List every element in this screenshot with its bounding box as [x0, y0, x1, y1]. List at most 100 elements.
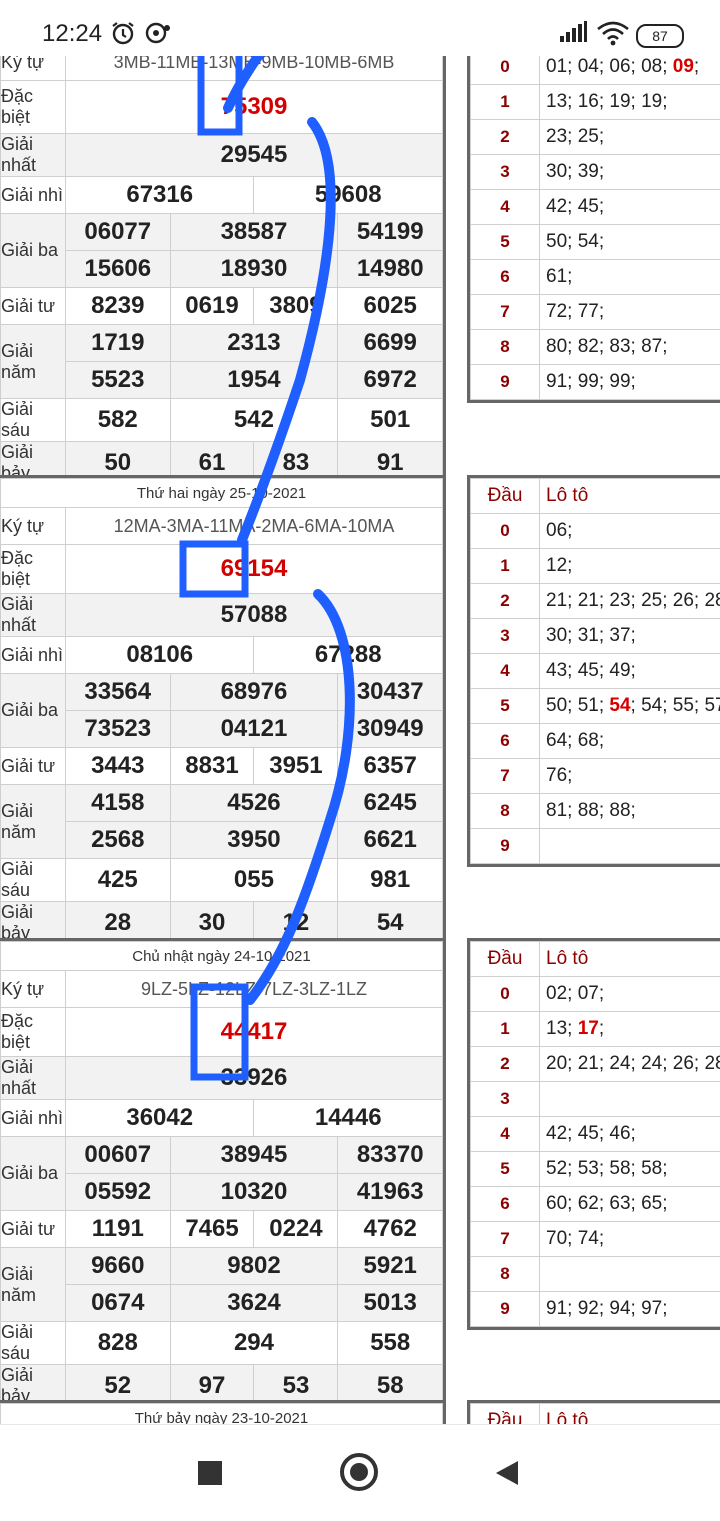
prize-value: 30437	[338, 674, 443, 711]
loto-values: 76;	[540, 759, 720, 794]
recents-button[interactable]	[198, 1461, 222, 1485]
loto-digit: 6	[471, 724, 540, 759]
prize-value: 15606	[66, 251, 171, 288]
loto-values: 61;	[540, 260, 720, 295]
loto-values: 42; 45;	[540, 190, 720, 225]
loto-head-digit: Đầu	[471, 942, 540, 977]
prize-value: 3951	[254, 748, 338, 785]
draw-date: Thứ hai ngày 25-10-2021	[1, 479, 443, 508]
wifi-icon	[596, 20, 630, 51]
prize-value: 06077	[66, 214, 171, 251]
prize-value: 33564	[66, 674, 171, 711]
prize-value: 4158	[66, 785, 171, 822]
codes: 9LZ-5LZ-12LZ-7LZ-3LZ-1LZ	[66, 971, 443, 1008]
loto-values: 60; 62; 63; 65;	[540, 1187, 720, 1222]
prize-value: 981	[338, 859, 443, 902]
loto-values: 91; 92; 94; 97;	[540, 1292, 720, 1327]
special-label: Đặc biệt	[1, 81, 66, 134]
loto-digit: 7	[471, 1222, 540, 1257]
loto-values: 50; 51; 54; 54; 55; 57	[540, 689, 720, 724]
loto-digit: 4	[471, 1117, 540, 1152]
prize-value: 294	[170, 1322, 338, 1365]
loto-digit: 7	[471, 295, 540, 330]
loto-digit: 2	[471, 1047, 540, 1082]
home-icon	[350, 1463, 368, 1481]
prize-value: 1719	[66, 325, 171, 362]
loto-digit: 7	[471, 759, 540, 794]
fourth-label: Giải tư	[1, 1211, 66, 1248]
prize-value: 6972	[338, 362, 443, 399]
loto-digit: 0	[471, 977, 540, 1012]
loto-digit: 1	[471, 549, 540, 584]
prize-value: 542	[170, 399, 338, 442]
result-panel-2: Thứ hai ngày 25-10-2021 Ký tự12MA-3MA-11…	[0, 475, 446, 948]
loto-digit: 1	[471, 1012, 540, 1047]
prize-value: 0619	[170, 288, 254, 325]
prize-value: 4762	[338, 1211, 443, 1248]
prize-value: 3624	[170, 1285, 338, 1322]
third-label: Giải ba	[1, 214, 66, 288]
loto-values: 72; 77;	[540, 295, 720, 330]
prize-value: 0674	[66, 1285, 171, 1322]
loto-head-values: Lô tô	[540, 479, 720, 514]
special-label: Đặc biệt	[1, 1008, 66, 1057]
loto-values: 50; 54;	[540, 225, 720, 260]
prize-value: 8239	[66, 288, 171, 325]
prize-value: 54199	[338, 214, 443, 251]
second-label: Giải nhì	[1, 177, 66, 214]
fifth-label: Giải năm	[1, 325, 66, 399]
prize-value: 05592	[66, 1174, 171, 1211]
loto-values: 80; 82; 83; 87;	[540, 330, 720, 365]
first-label: Giải nhất	[1, 594, 66, 637]
signal-icon	[558, 20, 588, 49]
prize-value: 6357	[338, 748, 443, 785]
loto-head-values: Lô tô	[540, 942, 720, 977]
loto-values: 42; 45; 46;	[540, 1117, 720, 1152]
sixth-label: Giải sáu	[1, 1322, 66, 1365]
first-label: Giải nhất	[1, 1057, 66, 1100]
loto-values	[540, 829, 720, 864]
prize-value: 9660	[66, 1248, 171, 1285]
loto-digit: 2	[471, 120, 540, 155]
fifth-label: Giải năm	[1, 1248, 66, 1322]
back-button[interactable]	[494, 1459, 520, 1492]
home-button[interactable]	[340, 1453, 378, 1491]
prize-value: 5523	[66, 362, 171, 399]
prize-value: 67316	[66, 177, 254, 214]
prize-value: 3443	[66, 748, 171, 785]
loto-table-2: ĐầuLô tô 006; 112; 221; 21; 23; 25; 26; …	[467, 475, 720, 867]
prize-value: 10320	[170, 1174, 338, 1211]
special-prize: 69154	[66, 545, 443, 594]
prize-value: 6699	[338, 325, 443, 362]
fifth-label: Giải năm	[1, 785, 66, 859]
loto-values: 30; 39;	[540, 155, 720, 190]
prize-value: 08106	[66, 637, 254, 674]
prize-value: 828	[66, 1322, 171, 1365]
prize-value: 59608	[254, 177, 443, 214]
loto-values: 13; 16; 19; 19;	[540, 85, 720, 120]
loto-values: 02; 07;	[540, 977, 720, 1012]
loto-values: 06;	[540, 514, 720, 549]
prize-value: 41963	[338, 1174, 443, 1211]
loto-values: 64; 68;	[540, 724, 720, 759]
prize-value: 36042	[66, 1100, 254, 1137]
first-prize: 33926	[66, 1057, 443, 1100]
loto-values: 52; 53; 58; 58;	[540, 1152, 720, 1187]
loto-table-3: ĐầuLô tô 002; 07; 113; 17; 220; 21; 24; …	[467, 938, 720, 1330]
prize-value: 18930	[170, 251, 338, 288]
prize-value: 14980	[338, 251, 443, 288]
loto-special: 54	[609, 695, 630, 716]
navigation-bar	[0, 1424, 720, 1521]
prize-value: 1191	[66, 1211, 171, 1248]
prize-value: 6025	[338, 288, 443, 325]
second-label: Giải nhì	[1, 1100, 66, 1137]
prize-value: 67288	[254, 637, 443, 674]
loto-digit: 4	[471, 654, 540, 689]
fourth-label: Giải tư	[1, 748, 66, 785]
loto-values: 12;	[540, 549, 720, 584]
loto-digit: 8	[471, 330, 540, 365]
loto-digit: 4	[471, 190, 540, 225]
prize-value: 0224	[254, 1211, 338, 1248]
third-label: Giải ba	[1, 1137, 66, 1211]
loto-digit: 9	[471, 829, 540, 864]
